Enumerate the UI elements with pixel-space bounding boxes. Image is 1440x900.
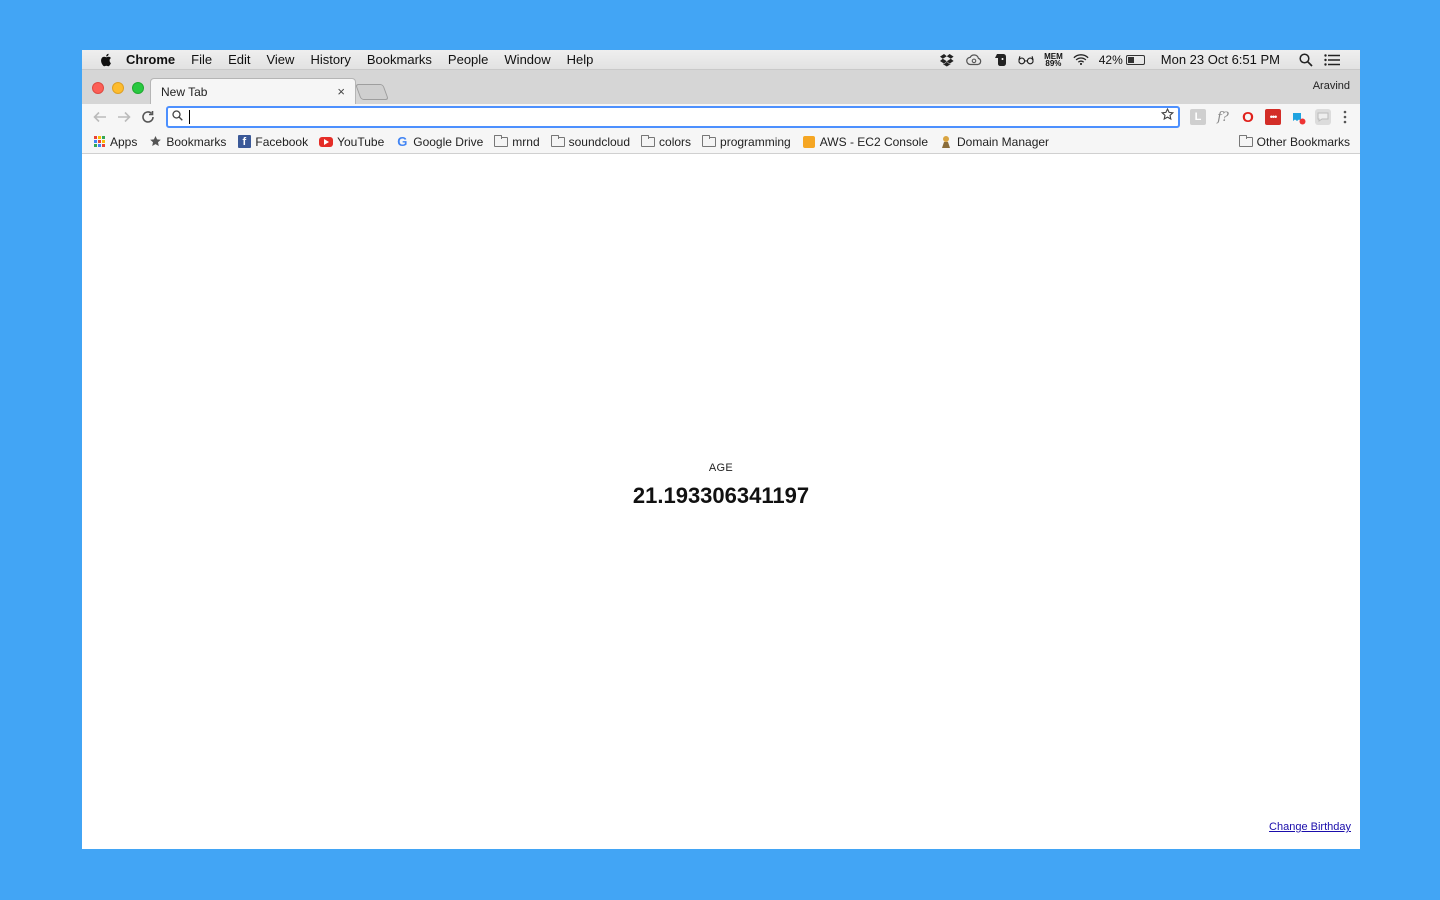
- extension-l-icon[interactable]: L: [1190, 109, 1206, 125]
- menu-bar: Chrome File Edit View History Bookmarks …: [82, 50, 1360, 70]
- bookmark-google-drive[interactable]: G Google Drive: [395, 134, 484, 149]
- apps-grid-icon: [92, 135, 106, 149]
- tab-strip: New Tab × Aravind: [82, 70, 1360, 104]
- menu-view[interactable]: View: [258, 52, 302, 67]
- star-icon: [148, 135, 162, 149]
- bookmark-label: colors: [659, 134, 692, 149]
- bookmark-label: mrnd: [512, 134, 540, 149]
- text-cursor: [189, 110, 190, 124]
- battery-percent: 42%: [1098, 52, 1123, 67]
- bookmark-aws-ec2[interactable]: AWS - EC2 Console: [802, 135, 928, 149]
- tab-close-icon[interactable]: ×: [337, 84, 345, 99]
- menu-edit[interactable]: Edit: [220, 52, 258, 67]
- close-window-button[interactable]: [92, 82, 104, 94]
- tab-title: New Tab: [161, 84, 208, 99]
- folder-icon: [550, 134, 565, 149]
- battery-indicator[interactable]: 42%: [1099, 53, 1145, 67]
- bookmark-folder-soundcloud[interactable]: soundcloud: [550, 134, 631, 149]
- tab-new-tab[interactable]: New Tab ×: [150, 78, 356, 104]
- extensions-bar: L f? O •••: [1190, 109, 1350, 126]
- bookmark-label: Google Drive: [413, 134, 484, 149]
- menu-help[interactable]: Help: [559, 52, 602, 67]
- bookmark-label: Apps: [110, 134, 138, 149]
- domain-icon: [939, 135, 953, 149]
- bookmark-youtube[interactable]: YouTube: [319, 135, 384, 149]
- menu-chrome[interactable]: Chrome: [124, 52, 183, 67]
- apple-icon[interactable]: [98, 53, 112, 67]
- bookmark-domain-manager[interactable]: Domain Manager: [939, 135, 1049, 149]
- bookmarks-bar: Apps Bookmarks f Facebook YouTube G Goog…: [82, 130, 1360, 154]
- wifi-icon[interactable]: [1073, 53, 1089, 67]
- menu-history[interactable]: History: [302, 52, 358, 67]
- dropbox-icon[interactable]: [940, 53, 956, 67]
- folder-icon: [702, 134, 717, 149]
- spotlight-search-icon[interactable]: [1298, 52, 1314, 67]
- notification-center-icon[interactable]: [1324, 53, 1340, 67]
- bookmark-label: Facebook: [255, 134, 309, 149]
- bookmark-label: AWS - EC2 Console: [819, 134, 928, 149]
- age-value: 21.193306341197: [632, 483, 810, 508]
- bookmark-label: Other Bookmarks: [1256, 134, 1350, 149]
- menu-people[interactable]: People: [440, 52, 496, 67]
- bookmark-label: Bookmarks: [166, 134, 227, 149]
- zoom-window-button[interactable]: [132, 82, 144, 94]
- change-birthday-link[interactable]: Change Birthday: [1269, 821, 1351, 833]
- browser-window: Chrome File Edit View History Bookmarks …: [82, 50, 1360, 849]
- reload-button[interactable]: [136, 106, 160, 128]
- bookmark-facebook[interactable]: f Facebook: [237, 135, 308, 149]
- new-tab-button[interactable]: [355, 84, 389, 100]
- bookmark-label: programming: [720, 134, 791, 149]
- back-button[interactable]: [88, 106, 112, 128]
- extension-lastpass-icon[interactable]: •••: [1265, 109, 1281, 125]
- minimize-window-button[interactable]: [112, 82, 124, 94]
- bookmark-label: soundcloud: [568, 134, 631, 149]
- omnibox-input[interactable]: [194, 109, 1161, 125]
- menu-bookmarks[interactable]: Bookmarks: [359, 52, 440, 67]
- battery-fill: [1127, 56, 1135, 63]
- bookmark-apps[interactable]: Apps: [92, 135, 137, 149]
- menu-window[interactable]: Window: [496, 52, 558, 67]
- bookmark-other-bookmarks[interactable]: Other Bookmarks: [1238, 134, 1350, 149]
- chrome-menu-icon[interactable]: [1340, 109, 1350, 125]
- memory-indicator[interactable]: MEM 89%: [1044, 52, 1063, 68]
- mem-value: 89%: [1045, 58, 1062, 68]
- evernote-icon[interactable]: [992, 53, 1008, 67]
- extension-opera-icon[interactable]: O: [1240, 109, 1256, 126]
- profile-name[interactable]: Aravind: [1313, 80, 1350, 92]
- age-label: AGE: [708, 462, 734, 474]
- extension-ghostery-icon[interactable]: [1290, 109, 1306, 125]
- glasses-icon[interactable]: [1018, 53, 1034, 67]
- folder-icon: [494, 134, 509, 149]
- status-area: MEM 89% 42% Mon 23 Oct 6:51 PM: [940, 52, 1360, 67]
- age-display: AGE 21.193306341197: [82, 462, 1360, 509]
- bookmark-folder-colors[interactable]: colors: [641, 134, 692, 149]
- search-icon: [172, 108, 183, 126]
- menu-file[interactable]: File: [183, 52, 220, 67]
- folder-icon: [1238, 134, 1253, 149]
- extension-formula-icon[interactable]: f?: [1215, 109, 1231, 125]
- bookmark-bookmarks[interactable]: Bookmarks: [148, 135, 226, 149]
- window-controls: [92, 82, 144, 94]
- facebook-icon: f: [237, 135, 251, 149]
- page-content: AGE 21.193306341197 Change Birthday: [82, 156, 1360, 849]
- bookmark-star-icon[interactable]: [1160, 107, 1175, 126]
- forward-button[interactable]: [112, 106, 136, 128]
- extension-chat-icon[interactable]: [1315, 109, 1331, 125]
- bookmark-label: Domain Manager: [957, 134, 1050, 149]
- browser-toolbar: L f? O •••: [82, 104, 1360, 130]
- folder-icon: [641, 134, 656, 149]
- bookmark-folder-programming[interactable]: programming: [702, 134, 791, 149]
- google-icon: G: [397, 134, 408, 149]
- menubar-clock[interactable]: Mon 23 Oct 6:51 PM: [1161, 52, 1280, 67]
- omnibox[interactable]: [166, 106, 1180, 128]
- bookmark-folder-mrnd[interactable]: mrnd: [494, 134, 540, 149]
- battery-icon: [1125, 54, 1145, 65]
- aws-icon: [802, 135, 816, 149]
- creative-cloud-icon[interactable]: [966, 53, 982, 67]
- bookmark-label: YouTube: [337, 134, 385, 149]
- youtube-icon: [319, 135, 334, 149]
